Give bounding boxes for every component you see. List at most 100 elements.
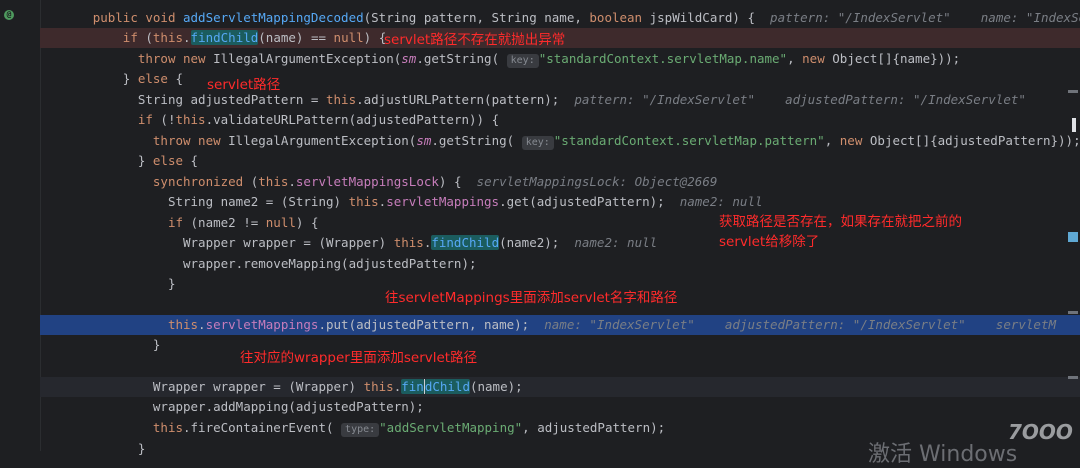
code-line[interactable]: this.servletMappings.put(adjustedPattern… xyxy=(40,315,1080,335)
scrollbar-marker[interactable] xyxy=(1068,376,1078,379)
code-token: . xyxy=(183,30,191,45)
code-token: } xyxy=(122,71,138,86)
code-line[interactable]: if (!this.validateURLPattern(adjustedPat… xyxy=(40,110,1080,130)
code-line[interactable]: wrapper.removeMapping(adjustedPattern); xyxy=(40,254,1080,274)
code-token: Wrapper wrapper = (Wrapper) xyxy=(183,235,394,250)
code-token: else xyxy=(152,153,191,168)
code-line[interactable]: public void addServletMappingDecoded(Str… xyxy=(40,8,1080,28)
debug-value-hint: name2: null xyxy=(679,194,763,209)
code-token: . xyxy=(288,174,296,189)
code-token: (! xyxy=(160,112,176,127)
code-token: .validateURLPattern(adjustedPattern)) { xyxy=(205,112,500,127)
code-token: .put(adjustedPattern, name); xyxy=(318,317,545,332)
code-line[interactable]: } else { xyxy=(40,69,1080,89)
code-token: IllegalArgumentException( xyxy=(213,51,402,66)
annotation-path-note: servlet路径 xyxy=(207,77,281,93)
code-token: sm xyxy=(401,51,417,66)
annotation-throw-note: servlet路径不存在就抛出异常 xyxy=(384,32,566,48)
scrollbar-marker[interactable] xyxy=(1068,311,1078,314)
code-token: findChild xyxy=(190,30,259,45)
code-token: "addServletMapping" xyxy=(379,420,523,435)
code-line[interactable]: String name2 = (String) this.servletMapp… xyxy=(40,192,1080,212)
code-token: (name); xyxy=(469,379,523,394)
windows-activation-watermark: 激活 Windows xyxy=(868,442,1018,467)
code-token: new xyxy=(802,51,833,66)
code-token: (name2); xyxy=(499,235,575,250)
code-token: String adjustedPattern = xyxy=(137,92,326,107)
code-line[interactable]: synchronized (this.servletMappingsLock) … xyxy=(40,172,1080,192)
code-line[interactable]: throw new IllegalArgumentException(sm.ge… xyxy=(40,131,1080,151)
code-token: IllegalArgumentException( xyxy=(228,133,417,148)
code-token: if xyxy=(122,30,146,45)
code-token: fin xyxy=(401,379,424,394)
code-line[interactable]: } xyxy=(40,335,1080,355)
code-token: addServletMappingDecoded xyxy=(183,10,364,25)
code-line[interactable]: String adjustedPattern = this.adjustURLP… xyxy=(40,90,1080,110)
debug-value-hint: pattern: "/IndexServlet" name: "IndexSer… xyxy=(770,10,1080,25)
code-token: null xyxy=(333,30,364,45)
code-token: boolean xyxy=(589,10,650,25)
scrollbar-marker[interactable] xyxy=(1072,118,1076,132)
code-token: synchronized xyxy=(152,174,251,189)
code-token: ) { xyxy=(438,174,477,189)
code-token: this xyxy=(152,420,183,435)
code-token: if xyxy=(137,112,161,127)
debug-value-hint: pattern: "/IndexServlet" adjustedPattern… xyxy=(574,92,1026,107)
code-line[interactable]: wrapper.addMapping(adjustedPattern); xyxy=(40,397,1080,417)
code-token: servletMappings xyxy=(386,194,500,209)
code-token: , xyxy=(787,51,803,66)
scrollbar-marker[interactable] xyxy=(1068,90,1078,93)
annotation-remove-note-2: servlet给移除了 xyxy=(719,234,820,250)
code-token: (name) == xyxy=(258,30,334,45)
code-token: wrapper.removeMapping(adjustedPattern); xyxy=(183,256,477,271)
code-token: this xyxy=(393,235,424,250)
code-line[interactable] xyxy=(40,356,1080,376)
code-token: this xyxy=(363,379,394,394)
site-logo: 7OOO xyxy=(1008,420,1073,444)
code-token: new xyxy=(839,133,870,148)
code-token: .getString( xyxy=(431,133,522,148)
code-token: } xyxy=(167,276,176,291)
code-token: this xyxy=(152,30,184,45)
code-line[interactable]: Wrapper wrapper = (Wrapper) this.findChi… xyxy=(40,377,1080,397)
override-marker-icon[interactable]: @ xyxy=(4,10,14,20)
code-token: ( xyxy=(145,30,153,45)
code-token: .getString( xyxy=(416,51,507,66)
param-hint-badge: key: xyxy=(506,54,539,68)
code-token: ) { xyxy=(295,215,319,230)
scrollbar-marker[interactable] xyxy=(1068,232,1078,242)
code-token: this xyxy=(348,194,379,209)
annotation-remove-note-1: 获取路径是否存在，如果存在就把之前的 xyxy=(719,214,962,230)
code-token: (String pattern, String name, xyxy=(363,10,590,25)
code-token: Wrapper wrapper = (Wrapper) xyxy=(152,379,364,394)
code-token: findChild xyxy=(431,235,500,250)
code-token: ) { xyxy=(363,30,387,45)
code-token: "standardContext.servletMap.pattern" xyxy=(553,133,825,148)
code-token: throw new xyxy=(152,133,229,148)
code-token: this xyxy=(175,112,206,127)
code-token: null xyxy=(265,215,296,230)
editor-gutter[interactable]: @ xyxy=(0,0,41,451)
code-line[interactable]: Wrapper wrapper = (Wrapper) this.findChi… xyxy=(40,233,1080,253)
code-line[interactable]: } else { xyxy=(40,151,1080,171)
code-line[interactable]: this.fireContainerEvent( type: "addServle… xyxy=(40,418,1080,438)
code-token: if xyxy=(167,215,191,230)
code-token: Object[]{name})); xyxy=(832,51,961,66)
code-token: dChild xyxy=(424,379,470,394)
code-token: else xyxy=(137,71,176,86)
code-line[interactable]: throw new IllegalArgumentException(sm.ge… xyxy=(40,49,1080,69)
